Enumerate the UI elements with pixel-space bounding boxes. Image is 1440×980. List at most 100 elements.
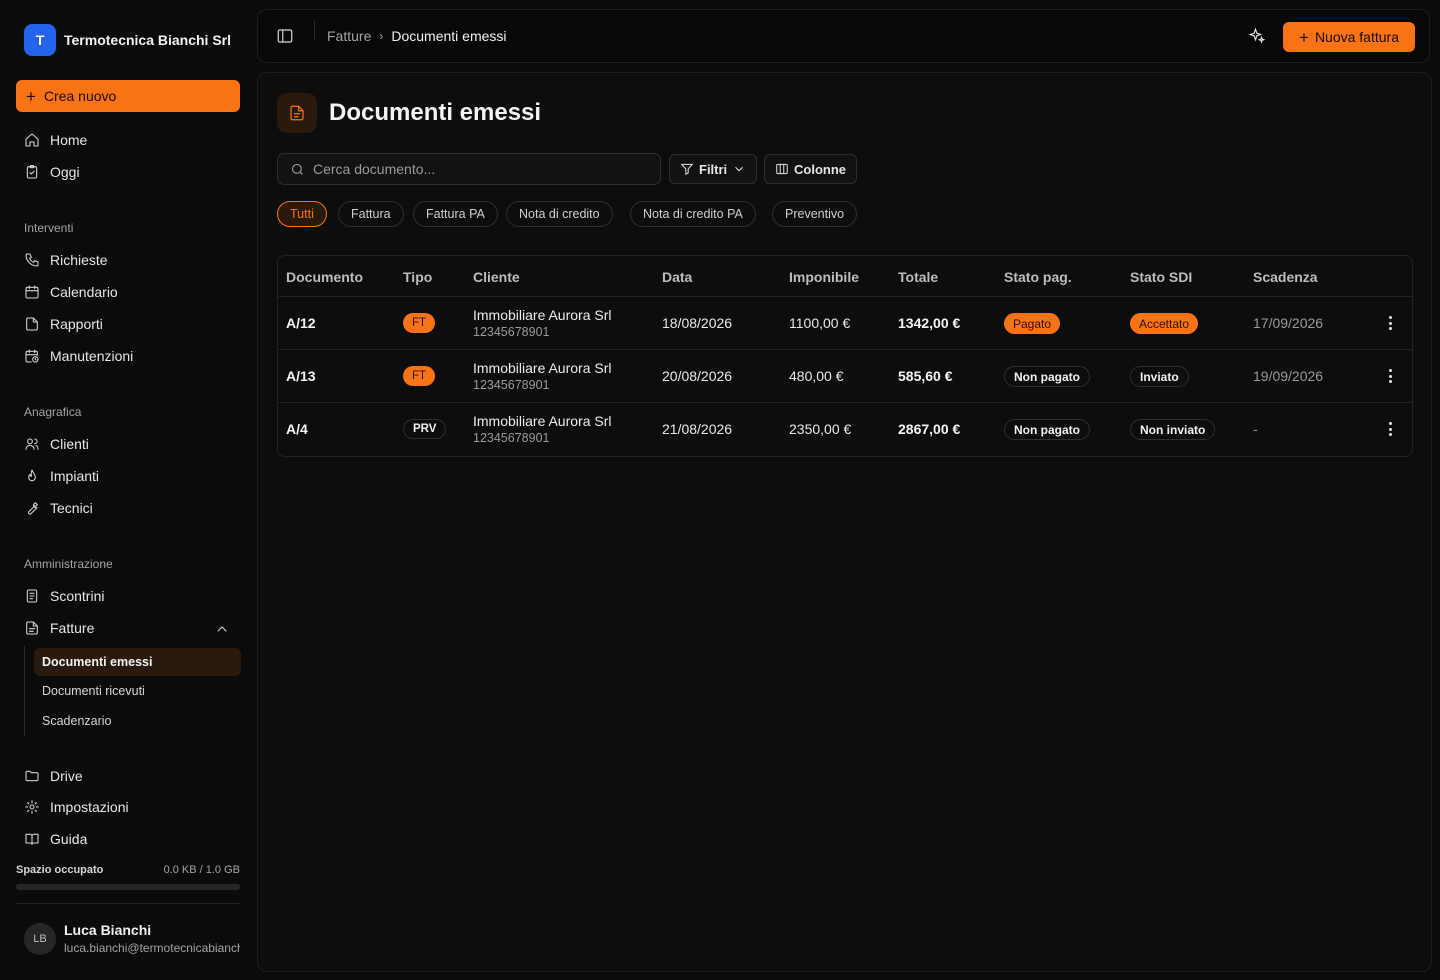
sidebar-item-label: Oggi	[50, 164, 80, 180]
column-header-imponibile[interactable]: Imponibile	[789, 269, 859, 285]
chip-nota-di-credito[interactable]: Nota di credito	[506, 201, 613, 227]
client-cell: Immobiliare Aurora Srl 12345678901	[473, 360, 612, 392]
search-box	[277, 153, 661, 185]
chip-fattura[interactable]: Fattura	[338, 201, 404, 227]
fatture-subnav: Documenti emessi Documenti ricevuti Scad…	[24, 646, 241, 736]
home-icon	[25, 133, 39, 147]
subnav-item-documenti-emessi[interactable]: Documenti emessi	[34, 648, 241, 676]
sidebar: T Termotecnica Bianchi Srl + Crea nuovo …	[0, 0, 256, 980]
chip-fattura-pa[interactable]: Fattura PA	[413, 201, 498, 227]
total-cell: 585,60 €	[898, 368, 953, 384]
wrench-icon	[28, 502, 38, 515]
payment-status-badge: Non pagato	[1004, 366, 1090, 387]
sidebar-item-calendario[interactable]: Calendario	[16, 277, 240, 307]
sdi-status-badge: Inviato	[1130, 366, 1189, 387]
user-profile[interactable]: LB Luca Bianchi luca.bianchi@termotecnic…	[24, 922, 240, 955]
taxable-cell: 1100,00 €	[789, 315, 851, 331]
sidebar-item-scontrini[interactable]: Scontrini	[16, 581, 240, 611]
chip-tutti[interactable]: Tutti	[277, 201, 327, 227]
column-header-data[interactable]: Data	[662, 269, 692, 285]
chevron-up-icon[interactable]	[214, 621, 230, 637]
breadcrumb-parent[interactable]: Fatture	[327, 28, 371, 44]
sidebar-item-guida[interactable]: Guida	[16, 824, 240, 854]
row-actions-icon[interactable]	[1382, 420, 1398, 438]
storage-label: Spazio occupato	[16, 864, 104, 876]
sidebar-item-clienti[interactable]: Clienti	[16, 429, 240, 459]
sidebar-item-label: Manutenzioni	[50, 348, 134, 364]
column-header-cliente[interactable]: Cliente	[473, 269, 520, 285]
chip-preventivo[interactable]: Preventivo	[772, 201, 858, 227]
sidebar-item-label: Tecnici	[50, 500, 93, 516]
sparkles-icon[interactable]	[1248, 27, 1266, 45]
divider	[16, 903, 240, 904]
due-date-cell: 19/09/2026	[1253, 368, 1324, 384]
date-cell: 20/08/2026	[662, 368, 733, 384]
breadcrumb-current: Documenti emessi	[391, 28, 507, 44]
client-name: Immobiliare Aurora Srl	[473, 413, 612, 429]
column-header-scadenza[interactable]: Scadenza	[1253, 269, 1318, 285]
brand-logo: T	[24, 24, 56, 56]
new-invoice-label: Nuova fattura	[1314, 29, 1399, 45]
table-row[interactable]: A/4 PRV Immobiliare Aurora Srl 123456789…	[278, 403, 1412, 456]
sidebar-item-label: Richieste	[50, 252, 108, 268]
page-title: Documenti emessi	[329, 99, 542, 126]
sidebar-item-impostazioni[interactable]: Impostazioni	[16, 792, 240, 822]
document-number: A/4	[286, 421, 308, 437]
column-header-totale[interactable]: Totale	[898, 269, 938, 285]
sidebar-toggle-icon[interactable]	[276, 27, 294, 45]
filters-button[interactable]: Filtri	[669, 154, 758, 184]
sidebar-item-home[interactable]: Home	[16, 125, 240, 155]
subnav-item-documenti-ricevuti[interactable]: Documenti ricevuti	[34, 677, 241, 705]
sidebar-item-manutenzioni[interactable]: Manutenzioni	[16, 341, 240, 371]
columns-button[interactable]: Colonne	[764, 154, 857, 184]
date-cell: 21/08/2026	[662, 421, 733, 437]
avatar: LB	[24, 922, 56, 955]
document-number: A/12	[286, 315, 316, 331]
sidebar-item-label: Guida	[50, 831, 88, 847]
due-date-cell: -	[1253, 421, 1258, 437]
type-badge: FT	[403, 313, 436, 333]
chip-nota-di-credito-pa[interactable]: Nota di credito PA	[630, 201, 756, 227]
users-icon	[25, 438, 39, 450]
table-header: Documento Tipo Cliente Data Imponibile T…	[278, 256, 1412, 297]
sidebar-item-tecnici[interactable]: Tecnici	[16, 493, 240, 523]
sidebar-item-label: Fatture	[50, 620, 95, 636]
payment-status-badge: Non pagato	[1004, 419, 1090, 440]
gear-icon	[25, 800, 39, 814]
date-cell: 18/08/2026	[662, 315, 733, 331]
column-header-documento[interactable]: Documento	[286, 269, 363, 285]
client-cell: Immobiliare Aurora Srl 12345678901	[473, 307, 612, 339]
column-header-stato-sdi[interactable]: Stato SDI	[1130, 269, 1192, 285]
invoice-icon	[26, 621, 38, 635]
storage-bar	[16, 884, 240, 890]
subnav-item-scadenzario[interactable]: Scadenzario	[34, 707, 241, 735]
payment-status-badge: Pagato	[1004, 313, 1061, 334]
new-invoice-button[interactable]: + Nuova fattura	[1283, 22, 1415, 52]
total-cell: 2867,00 €	[898, 421, 961, 437]
row-actions-icon[interactable]	[1382, 314, 1398, 332]
brand[interactable]: T Termotecnica Bianchi Srl	[24, 24, 231, 56]
user-name: Luca Bianchi	[64, 922, 152, 938]
client-vat: 12345678901	[473, 431, 550, 445]
row-actions-icon[interactable]	[1382, 367, 1398, 385]
sidebar-item-richieste[interactable]: Richieste	[16, 245, 240, 275]
sidebar-item-drive[interactable]: Drive	[16, 761, 240, 791]
document-icon	[277, 93, 317, 133]
folder-icon	[25, 770, 39, 782]
sidebar-item-label: Impostazioni	[50, 799, 129, 815]
columns-label: Colonne	[794, 161, 846, 177]
clipboard-icon	[26, 165, 38, 179]
sidebar-item-impianti[interactable]: Impianti	[16, 461, 240, 491]
create-new-button[interactable]: + Crea nuovo	[16, 80, 240, 112]
sidebar-item-oggi[interactable]: Oggi	[16, 157, 240, 187]
column-header-tipo[interactable]: Tipo	[403, 269, 432, 285]
search-input[interactable]	[313, 161, 633, 177]
section-label-interventi: Interventi	[24, 221, 74, 235]
table-row[interactable]: A/13 FT Immobiliare Aurora Srl 123456789…	[278, 350, 1412, 403]
breadcrumb: Fatture › Documenti emessi	[327, 28, 507, 44]
table-row[interactable]: A/12 FT Immobiliare Aurora Srl 123456789…	[278, 297, 1412, 350]
sidebar-item-label: Drive	[50, 768, 83, 784]
sidebar-item-rapporti[interactable]: Rapporti	[16, 309, 240, 339]
sidebar-item-fatture[interactable]: Fatture	[16, 613, 240, 643]
column-header-stato-pagamento[interactable]: Stato pag.	[1004, 269, 1072, 285]
